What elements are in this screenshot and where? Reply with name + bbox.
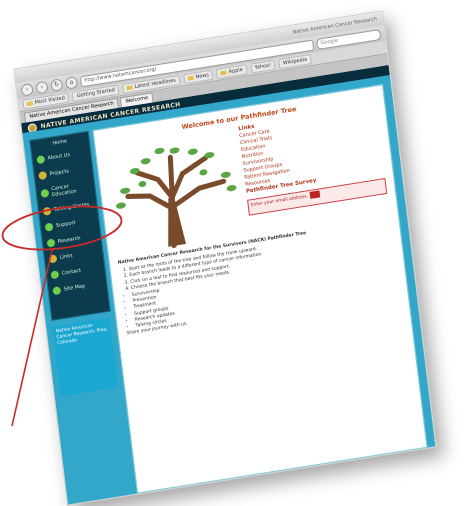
bookmark-label: Most Visited bbox=[34, 95, 66, 106]
right-links: Links Cancer Care Clinical Trials Educat… bbox=[238, 104, 390, 235]
leaf-icon bbox=[52, 286, 62, 296]
sidebar-info-box: Native American Cancer Research, Pine, C… bbox=[52, 317, 119, 397]
bookmark-label: Wikipedia bbox=[282, 56, 308, 67]
sidebar-item-label: Projects bbox=[49, 168, 70, 178]
folder-icon bbox=[126, 84, 133, 90]
main-content: Welcome to our Pathfinder Tree Links Can… bbox=[92, 84, 428, 494]
browser-screenshot: Native American Cancer Research ‹ › ↻ ⌂ … bbox=[13, 10, 437, 506]
submit-button[interactable] bbox=[309, 190, 320, 199]
leaf-icon bbox=[48, 254, 58, 264]
leaf-icon bbox=[36, 155, 46, 165]
bookmark-label: Apple bbox=[228, 66, 244, 76]
back-icon[interactable]: ‹ bbox=[20, 82, 34, 97]
sidebar-item-label: Site Map bbox=[63, 283, 86, 293]
sidebar-item-label: Links bbox=[59, 252, 73, 261]
bookmark-label: News bbox=[195, 72, 210, 81]
sidebar-item-label: Talking Circles bbox=[53, 201, 90, 214]
pathfinder-tree-image[interactable] bbox=[104, 127, 246, 257]
sidebar-info-text: Native American Cancer Research, Pine, C… bbox=[55, 323, 108, 347]
sidebar-item-label: Support bbox=[55, 219, 76, 230]
email-entry-hint: Enter your email address bbox=[250, 194, 308, 209]
sidebar-item-label: Research bbox=[57, 235, 81, 245]
bookmark-label: Yahoo! bbox=[254, 62, 272, 72]
forward-icon[interactable]: › bbox=[35, 80, 49, 95]
sidebar-item-label: Cancer Education bbox=[51, 183, 78, 199]
home-icon[interactable]: ⌂ bbox=[64, 75, 79, 90]
leaf-icon bbox=[50, 270, 60, 280]
sidebar-item-label: About Us bbox=[47, 151, 71, 162]
leaf-icon bbox=[46, 238, 56, 248]
sidebar-item-label: Contact bbox=[61, 267, 82, 277]
folder-icon bbox=[26, 100, 33, 106]
folder-icon bbox=[187, 75, 194, 81]
reload-icon[interactable]: ↻ bbox=[50, 78, 64, 93]
leaf-icon bbox=[38, 170, 48, 181]
leaf-icon bbox=[40, 188, 50, 198]
leaf-icon bbox=[44, 222, 54, 232]
folder-icon bbox=[220, 69, 227, 75]
site-body: Home About Us Projects Cancer Education … bbox=[22, 74, 436, 505]
leaf-icon bbox=[42, 206, 52, 216]
